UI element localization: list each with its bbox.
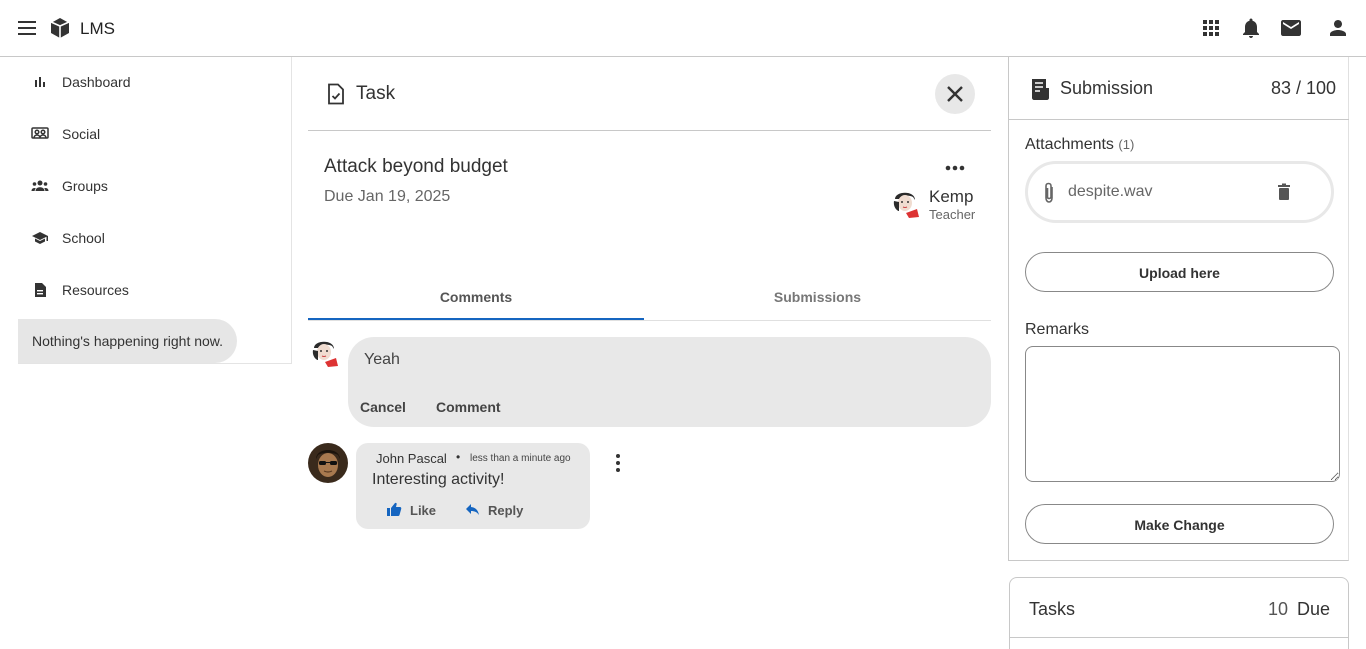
bell-icon[interactable]	[1239, 16, 1263, 40]
tasks-due-label: Due	[1297, 599, 1331, 619]
reply-label: Reply	[488, 503, 524, 518]
status-message: Nothing's happening right now.	[18, 319, 237, 363]
reply-icon	[466, 504, 479, 515]
comment-submit-button[interactable]: Comment	[436, 399, 501, 415]
sidebar-item-school[interactable]: School	[18, 215, 288, 259]
attachment-filename: despite.wav	[1068, 183, 1153, 200]
remarks-label: Remarks	[1025, 321, 1090, 338]
divider	[308, 320, 991, 321]
sidebar-item-label: Social	[62, 126, 101, 142]
delete-icon[interactable]	[1276, 183, 1292, 201]
sidebar-item-label: Groups	[62, 178, 108, 194]
teacher-name: Kemp	[929, 187, 974, 206]
paperclip-icon	[1040, 181, 1058, 205]
like-button[interactable]: Like	[386, 501, 446, 519]
sidebar-item-dashboard[interactable]: Dashboard	[18, 59, 288, 103]
app-title: LMS	[80, 19, 115, 38]
tab-submissions[interactable]: Submissions	[644, 281, 991, 320]
status-text: Nothing's happening right now.	[32, 333, 224, 349]
attachments-count: (1)	[1118, 137, 1135, 152]
user-avatar	[308, 336, 340, 368]
upload-button[interactable]: Upload here	[1025, 252, 1334, 292]
reply-button[interactable]: Reply	[464, 501, 534, 519]
social-icon	[31, 125, 49, 143]
score: 83 / 100	[1270, 78, 1336, 98]
tasks-title: Tasks	[1029, 599, 1076, 619]
upload-label: Upload here	[1139, 265, 1220, 281]
comment-author: John Pascal	[376, 451, 447, 466]
attachment-chip[interactable]: despite.wav	[1025, 161, 1334, 223]
make-change-button[interactable]: Make Change	[1025, 504, 1334, 544]
task-check-icon	[324, 82, 348, 106]
close-button[interactable]	[935, 74, 975, 114]
account-icon[interactable]	[1326, 16, 1350, 40]
sidebar-item-resources[interactable]: Resources	[18, 267, 288, 311]
comment-card: John Pascal • less than a minute ago Int…	[356, 443, 590, 529]
sidebar-item-social[interactable]: Social	[18, 111, 288, 155]
comment-time: less than a minute ago	[470, 453, 571, 464]
make-change-label: Make Change	[1134, 517, 1225, 533]
sidebar-item-label: School	[62, 230, 105, 246]
tab-label: Submissions	[773, 289, 862, 305]
tasks-card: Tasks 10 Due	[1009, 577, 1349, 649]
task-due-date: Due Jan 19, 2025	[324, 188, 451, 205]
tab-label: Comments	[439, 289, 513, 305]
like-label: Like	[410, 503, 437, 518]
mail-icon[interactable]	[1279, 16, 1303, 40]
resources-icon	[31, 281, 49, 299]
sidebar: Dashboard Social Groups School Resources…	[18, 57, 292, 364]
cube-logo-icon	[49, 17, 71, 39]
apps-grid-icon[interactable]	[1199, 16, 1223, 40]
thumb-up-icon	[387, 502, 402, 516]
more-horiz-icon[interactable]	[944, 157, 966, 179]
more-vert-icon[interactable]	[607, 451, 629, 475]
comment-input[interactable]	[364, 351, 964, 369]
groups-icon	[31, 177, 49, 195]
submission-panel: Submission 83 / 100 Attachments (1) desp…	[1008, 57, 1349, 561]
bar-chart-icon	[31, 73, 49, 91]
sidebar-item-label: Resources	[62, 282, 129, 298]
school-icon	[31, 229, 49, 247]
divider	[1009, 119, 1349, 120]
sidebar-item-groups[interactable]: Groups	[18, 163, 288, 207]
attachments-label: Attachments (1)	[1025, 136, 1134, 154]
task-title: Attack beyond budget	[324, 156, 508, 177]
separator-dot: •	[456, 450, 461, 464]
comment-text: Interesting activity!	[372, 471, 505, 488]
remarks-textarea[interactable]	[1025, 346, 1340, 482]
receipt-icon	[1029, 77, 1051, 101]
teacher-role: Teacher	[929, 207, 976, 222]
close-icon	[947, 86, 963, 102]
divider	[308, 130, 991, 131]
comment-composer: Cancel Comment	[348, 337, 991, 427]
submission-title: Submission	[1060, 78, 1154, 98]
cancel-button[interactable]: Cancel	[360, 399, 406, 415]
top-app-bar: LMS	[0, 0, 1366, 57]
teacher-avatar	[889, 187, 921, 219]
attachments-heading: Attachments	[1025, 136, 1114, 153]
panel-title: Task	[356, 83, 396, 104]
commenter-avatar	[308, 443, 348, 483]
sidebar-item-label: Dashboard	[62, 74, 131, 90]
tasks-count: 10	[1268, 599, 1289, 619]
divider	[1010, 637, 1348, 638]
menu-icon[interactable]	[16, 17, 40, 39]
tab-comments[interactable]: Comments	[308, 281, 644, 320]
